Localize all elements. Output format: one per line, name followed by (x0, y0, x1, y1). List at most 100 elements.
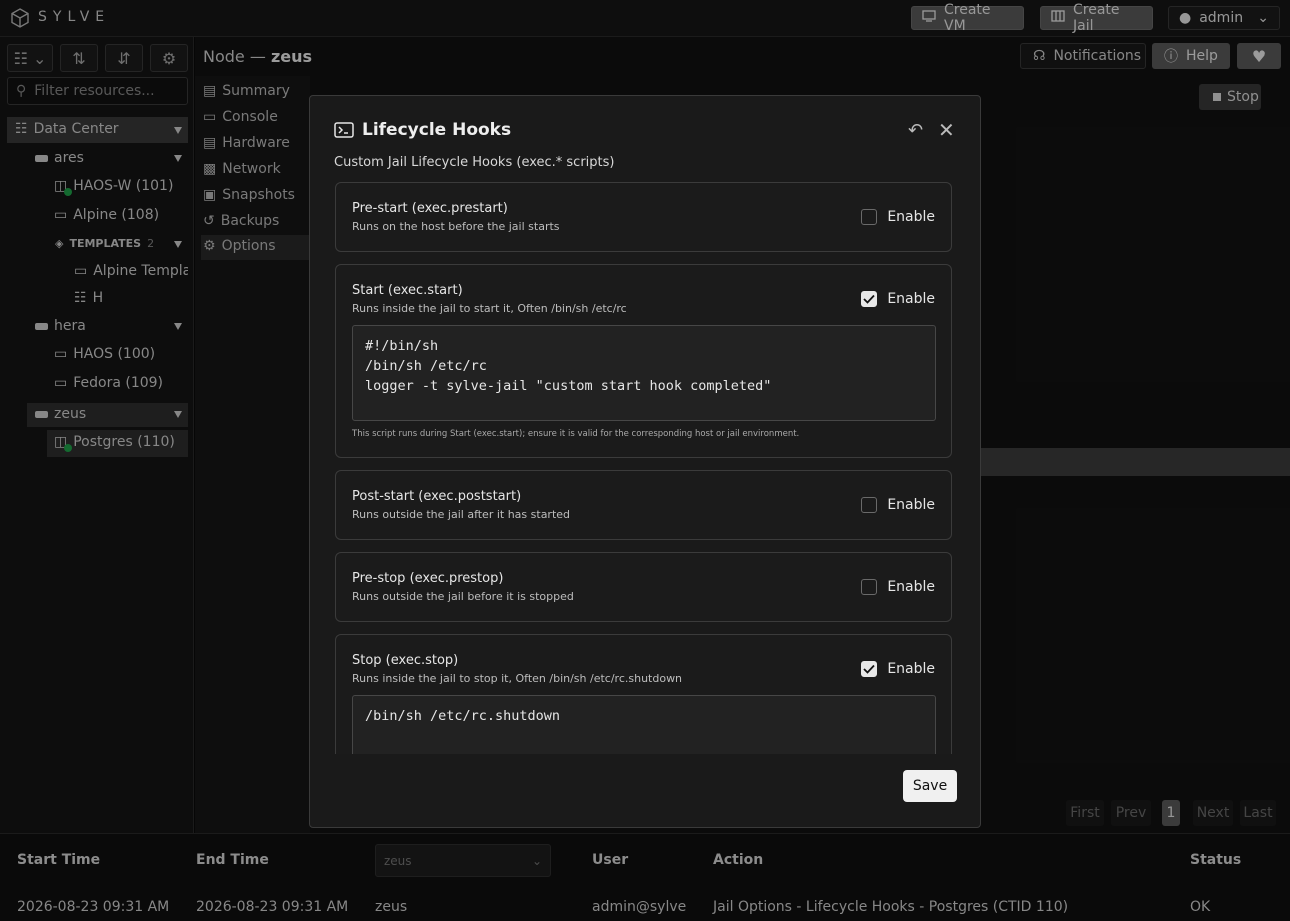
tree-item-vm[interactable]: ▭ Alpine (108) (54, 207, 159, 223)
tree-item-jail-selected[interactable]: ◫ Postgres (110) (47, 430, 188, 457)
tree-item-vm[interactable]: ▭ HAOS (100) (54, 346, 155, 362)
user-icon: ● (1179, 10, 1192, 26)
hook-card-start: Start (exec.start) Runs inside the jail … (335, 264, 952, 458)
hooks-scroll-area[interactable]: Pre-start (exec.prestart) Runs on the ho… (310, 182, 980, 754)
menu-item-console[interactable]: ▭ Console (203, 109, 278, 125)
checkbox[interactable] (861, 579, 878, 595)
reset-icon[interactable]: ↶ (908, 120, 923, 141)
heart-icon: ♥ (1251, 46, 1267, 66)
tree-item-datacenter[interactable]: ☷ Data Center (7, 117, 188, 143)
pagination-prev[interactable]: Prev (1111, 800, 1151, 826)
tree-item-jail[interactable]: ◫ HAOS-W (101) (54, 178, 174, 196)
templates-count: 2 (147, 237, 155, 250)
create-vm-label: Create VM (944, 2, 991, 34)
filter-input[interactable]: ⚲ Filter resources... (7, 77, 188, 105)
network-icon: ▩ (203, 161, 217, 177)
hook-title: Post-start (exec.poststart) (352, 489, 522, 504)
hook-card-poststart: Post-start (exec.poststart) Runs outside… (335, 470, 952, 540)
pagination-first[interactable]: First (1066, 800, 1104, 826)
checkbox[interactable] (861, 209, 878, 225)
jail-icon (1051, 10, 1065, 26)
tree-item-templates[interactable]: ◈ TEMPLATES 2 (47, 235, 188, 255)
menu-item-hardware[interactable]: ▤ Hardware (203, 135, 290, 151)
tree-item-label: Postgres (110) (73, 434, 175, 450)
tree-item-label: HAOS (100) (73, 346, 156, 362)
tree-item-template[interactable]: ☷ H (74, 290, 103, 306)
datacenter-icon: ☷ (15, 121, 28, 137)
log-cell: zeus (375, 899, 408, 915)
enable-toggle[interactable]: Enable (861, 209, 935, 225)
menu-item-options[interactable]: ⚙ Options (201, 235, 311, 260)
enable-toggle[interactable]: Enable (861, 497, 935, 513)
menu-item-summary[interactable]: ▤ Summary (203, 83, 290, 99)
tree-view-button[interactable]: ☷ ⌄ (7, 44, 53, 72)
selected-row (980, 448, 1290, 476)
search-icon: ⚲ (16, 83, 27, 99)
save-button[interactable]: Save (903, 770, 957, 802)
script-textarea[interactable]: #!/bin/sh /bin/sh /etc/rc logger -t sylv… (352, 325, 936, 421)
help-button[interactable]: ⓘ Help (1152, 43, 1230, 69)
tree-icon: ☷ ⌄ (13, 48, 47, 68)
enable-toggle[interactable]: Enable (861, 579, 935, 595)
tree-item-node-ares[interactable]: ares (27, 147, 188, 171)
pagination-label: Last (1243, 805, 1273, 821)
caret-down-icon (174, 241, 182, 248)
user-name: admin (1199, 10, 1244, 26)
tree-item-template[interactable]: ▭ Alpine Templat (74, 263, 188, 279)
top-bar: SYLVE Create VM Create Jail ● admin ⌄ (0, 0, 1290, 37)
node-filter-select[interactable]: zeus ⌄ (375, 844, 551, 877)
monitor-icon: ▭ (54, 346, 68, 362)
tree-item-node-zeus[interactable]: zeus (27, 403, 188, 427)
heart-button[interactable]: ♥ (1237, 43, 1281, 69)
settings-button[interactable]: ⚙ (150, 44, 188, 72)
create-vm-button[interactable]: Create VM (911, 2, 1024, 34)
expand-all-button[interactable]: ⇅ (60, 44, 98, 72)
hook-title: Start (exec.start) (352, 283, 463, 298)
jail-icon: ◫ (54, 434, 72, 452)
stop-button[interactable]: Stop (1199, 84, 1261, 110)
pagination-next[interactable]: Next (1193, 800, 1233, 826)
checkbox-checked[interactable] (861, 291, 878, 307)
menu-item-backups[interactable]: ↺ Backups (203, 213, 279, 229)
enable-toggle[interactable]: Enable (861, 661, 935, 677)
node-label: ares (54, 150, 84, 166)
jail-icon: ◫ (54, 178, 72, 196)
user-menu-button[interactable]: ● admin ⌄ (1168, 6, 1280, 30)
enable-toggle[interactable]: Enable (861, 291, 935, 307)
log-cell: 2026-08-23 09:31 AM (17, 899, 170, 915)
tree-item-label: H (92, 290, 104, 306)
hook-title: Pre-start (exec.prestart) (352, 201, 508, 216)
enable-label: Enable (887, 209, 935, 225)
script-textarea[interactable]: /bin/sh /etc/rc.shutdown (352, 695, 936, 754)
chevron-down-icon: ⌄ (1257, 10, 1269, 26)
pagination-label: Next (1196, 805, 1230, 821)
tree-item-vm[interactable]: ▭ Fedora (109) (54, 375, 163, 391)
close-icon[interactable]: ✕ (938, 118, 955, 142)
checkbox-checked[interactable] (861, 661, 878, 677)
hook-card-prestop: Pre-stop (exec.prestop) Runs outside the… (335, 552, 952, 622)
menu-item-snapshots[interactable]: ▣ Snapshots (203, 187, 295, 203)
server-icon (35, 410, 48, 418)
checkbox[interactable] (861, 497, 878, 513)
column-header: Start Time (17, 852, 101, 868)
hook-description: Runs inside the jail to stop it, Often /… (352, 672, 683, 685)
tree-item-label: Fedora (109) (73, 375, 164, 391)
tree-item-node-hera[interactable]: hera (27, 315, 188, 339)
menu-item-network[interactable]: ▩ Network (203, 161, 281, 177)
hook-title: Stop (exec.stop) (352, 653, 459, 668)
pagination-last[interactable]: Last (1240, 800, 1276, 826)
pagination-page[interactable]: 1 (1162, 800, 1180, 826)
datacenter-label: Data Center (33, 121, 119, 137)
sylve-logo-icon (9, 7, 31, 33)
server-icon (35, 154, 48, 162)
create-jail-button[interactable]: Create Jail (1040, 2, 1153, 34)
caret-down-icon (174, 127, 182, 134)
tree-item-label: Alpine Templat (93, 263, 188, 279)
hook-description: Runs outside the jail after it has start… (352, 508, 571, 521)
notifications-button[interactable]: ☊ Notifications (1020, 43, 1146, 69)
tree-item-label: HAOS-W (101) (73, 178, 174, 194)
menu-label: Options (221, 238, 276, 254)
enable-label: Enable (887, 291, 935, 307)
caret-down-icon (174, 323, 182, 330)
collapse-all-button[interactable]: ⇵ (105, 44, 143, 72)
